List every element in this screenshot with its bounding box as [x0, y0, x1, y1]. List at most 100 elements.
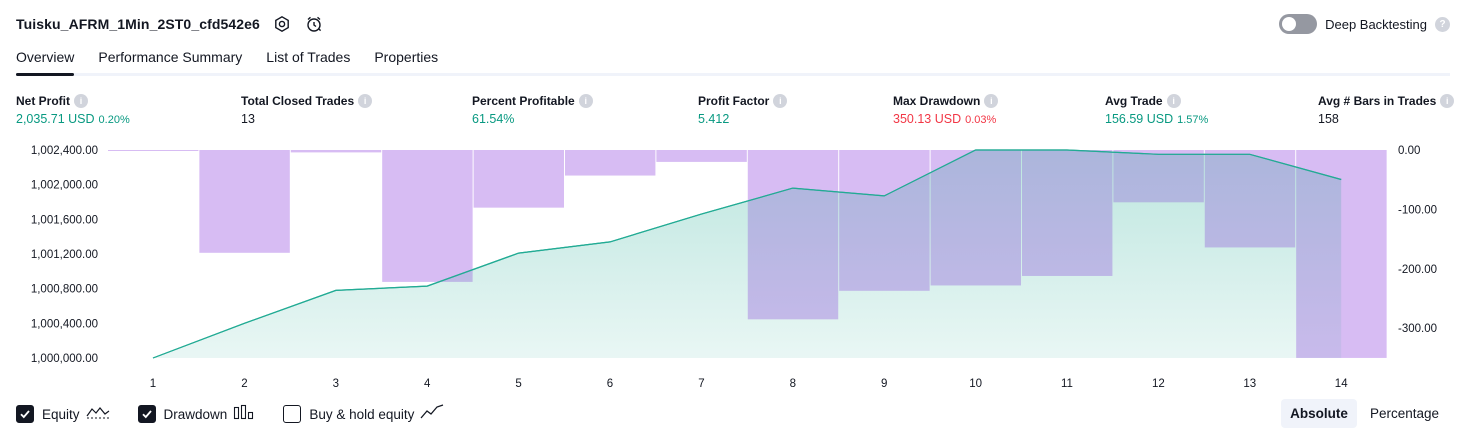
strategy-name: Tuisku_AFRM_1Min_2ST0_cfd542e6 [16, 16, 260, 32]
x-tick-label: 5 [515, 378, 521, 390]
metric-avg-bars-in-trades: Avg # Bars in Trades i 158 [1318, 94, 1455, 126]
y-left-tick-label: 1,002,000.00 [31, 180, 98, 192]
info-icon[interactable]: i [1166, 94, 1181, 108]
x-tick-label: 12 [1152, 378, 1165, 390]
x-axis: 1 2 3 4 5 6 7 8 9 10 11 12 13 14 [150, 378, 1348, 390]
x-tick-label: 13 [1243, 378, 1256, 390]
drawdown-checkbox[interactable] [137, 405, 156, 423]
x-tick-label: 1 [150, 378, 156, 390]
x-tick-label: 7 [698, 378, 704, 390]
metric-label: Net Profit [16, 94, 70, 108]
metric-percent: 0.03% [965, 114, 997, 126]
drawdown-bar-overlay [1296, 150, 1387, 358]
report-tabs: Overview Performance Summary List of Tra… [16, 46, 1450, 76]
metric-profit-factor: Profit Factor i 5.412 [698, 94, 788, 126]
metric-percent-profitable: Percent Profitable i 61.54% [472, 94, 593, 126]
metric-value: 350.13 USD [893, 112, 962, 126]
legend-drawdown[interactable]: Drawdown [137, 404, 256, 425]
drawdown-bar-overlay [565, 150, 656, 176]
legend-label: Equity [42, 406, 80, 422]
absolute-button[interactable]: Absolute [1281, 399, 1357, 428]
drawdown-bar-overlay [473, 150, 564, 208]
equity-line-icon [86, 404, 110, 425]
drawdown-bar-overlay [108, 150, 199, 151]
value-mode-switch: Absolute Percentage [1281, 399, 1448, 428]
info-icon[interactable]: i [1440, 94, 1455, 108]
deep-backtesting-toggle[interactable] [1279, 14, 1318, 34]
legend-label: Buy & hold equity [309, 406, 415, 422]
equity-checkbox[interactable] [16, 405, 34, 423]
drawdown-bar-overlay [656, 150, 747, 162]
metric-total-closed-trades: Total Closed Trades i 13 [241, 94, 373, 126]
metric-percent: 1.57% [1177, 114, 1209, 126]
report-header: Tuisku_AFRM_1Min_2ST0_cfd542e6 Deep Back… [16, 12, 1450, 36]
help-icon[interactable]: ? [1435, 16, 1450, 32]
deep-backtesting-control: Deep Backtesting ? [1279, 12, 1450, 36]
deep-backtesting-label: Deep Backtesting [1325, 16, 1427, 32]
info-icon[interactable]: i [358, 94, 373, 108]
drawdown-bar-overlay [747, 150, 839, 320]
drawdown-bar-overlay [290, 150, 382, 153]
legend-equity[interactable]: Equity [16, 404, 110, 425]
x-tick-label: 4 [424, 378, 431, 390]
metric-value: 156.59 USD [1105, 112, 1174, 126]
x-tick-label: 9 [881, 378, 887, 390]
metric-value: 13 [241, 112, 255, 126]
metric-label: Percent Profitable [472, 94, 575, 108]
tab-list-of-trades[interactable]: List of Trades [266, 46, 350, 73]
drawdown-bar-overlay [1204, 150, 1296, 248]
alarm-clock-icon[interactable] [304, 14, 324, 34]
y-left-tick-label: 1,001,600.00 [31, 214, 98, 226]
x-tick-label: 11 [1061, 378, 1073, 390]
y-right-tick-label: -200.00 [1398, 264, 1437, 276]
y-right-tick-label: -100.00 [1398, 204, 1437, 216]
tab-overview[interactable]: Overview [16, 46, 75, 76]
x-tick-label: 6 [607, 378, 613, 390]
drawdown-bar-overlay [839, 150, 930, 291]
y-axis-left: 1,000,000.00 1,000,400.00 1,000,800.00 1,00… [31, 145, 98, 365]
info-icon[interactable]: i [773, 94, 788, 108]
metric-max-drawdown: Max Drawdown i 350.13 USD 0.03% [893, 94, 999, 126]
tab-properties[interactable]: Properties [374, 46, 438, 73]
metric-label: Max Drawdown [893, 94, 981, 108]
x-tick-label: 10 [969, 378, 982, 390]
y-left-tick-label: 1,002,400.00 [31, 145, 98, 157]
metric-label: Avg Trade [1105, 94, 1163, 108]
metric-value: 5.412 [698, 112, 730, 126]
info-icon[interactable]: i [578, 94, 593, 108]
percentage-button[interactable]: Percentage [1361, 399, 1448, 428]
metric-percent: 0.20% [98, 114, 130, 126]
drawdown-bars-icon [233, 404, 255, 425]
drawdown-bar-overlay [1022, 150, 1113, 276]
drawdown-bar-overlay [382, 150, 473, 282]
info-icon[interactable]: i [984, 94, 999, 108]
buy-hold-checkbox[interactable] [283, 405, 302, 423]
x-tick-label: 8 [790, 378, 796, 390]
info-icon[interactable]: i [74, 94, 88, 108]
metric-label: Total Closed Trades [241, 94, 355, 108]
metric-label: Profit Factor [698, 94, 770, 108]
y-left-tick-label: 1,000,000.00 [31, 353, 98, 365]
equity-drawdown-chart[interactable]: 1,000,000.00 1,000,400.00 1,000,800.00 1,00… [0, 140, 1466, 392]
x-tick-label: 3 [333, 378, 339, 390]
y-right-tick-label: 0.00 [1398, 145, 1420, 157]
buy-hold-line-icon [420, 403, 444, 425]
y-left-tick-label: 1,000,400.00 [31, 318, 98, 330]
drawdown-bar-overlay [199, 150, 290, 253]
metric-value: 61.54% [472, 112, 515, 126]
x-tick-label: 14 [1335, 378, 1348, 390]
legend-buy-hold-equity[interactable]: Buy & hold equity [283, 403, 444, 425]
chart-legend: Equity Drawdown Buy & hold equity [16, 402, 472, 426]
metric-avg-trade: Avg Trade i 156.59 USD 1.57% [1105, 94, 1208, 126]
drawdown-bar-overlay [1113, 150, 1204, 203]
metric-net-profit: Net Profit i 2,035.71 USD 0.20% [16, 94, 130, 126]
metric-label: Avg # Bars in Trades [1318, 94, 1437, 108]
settings-icon[interactable] [272, 14, 292, 34]
y-left-tick-label: 1,000,800.00 [31, 284, 98, 296]
y-axis-right: 0.00 -100.00 -200.00 -300.00 [1398, 145, 1437, 335]
tab-performance-summary[interactable]: Performance Summary [98, 46, 242, 73]
metric-value: 158 [1318, 112, 1339, 126]
toggle-knob [1282, 17, 1297, 31]
y-right-tick-label: -300.00 [1398, 323, 1437, 335]
x-tick-label: 2 [241, 378, 247, 390]
